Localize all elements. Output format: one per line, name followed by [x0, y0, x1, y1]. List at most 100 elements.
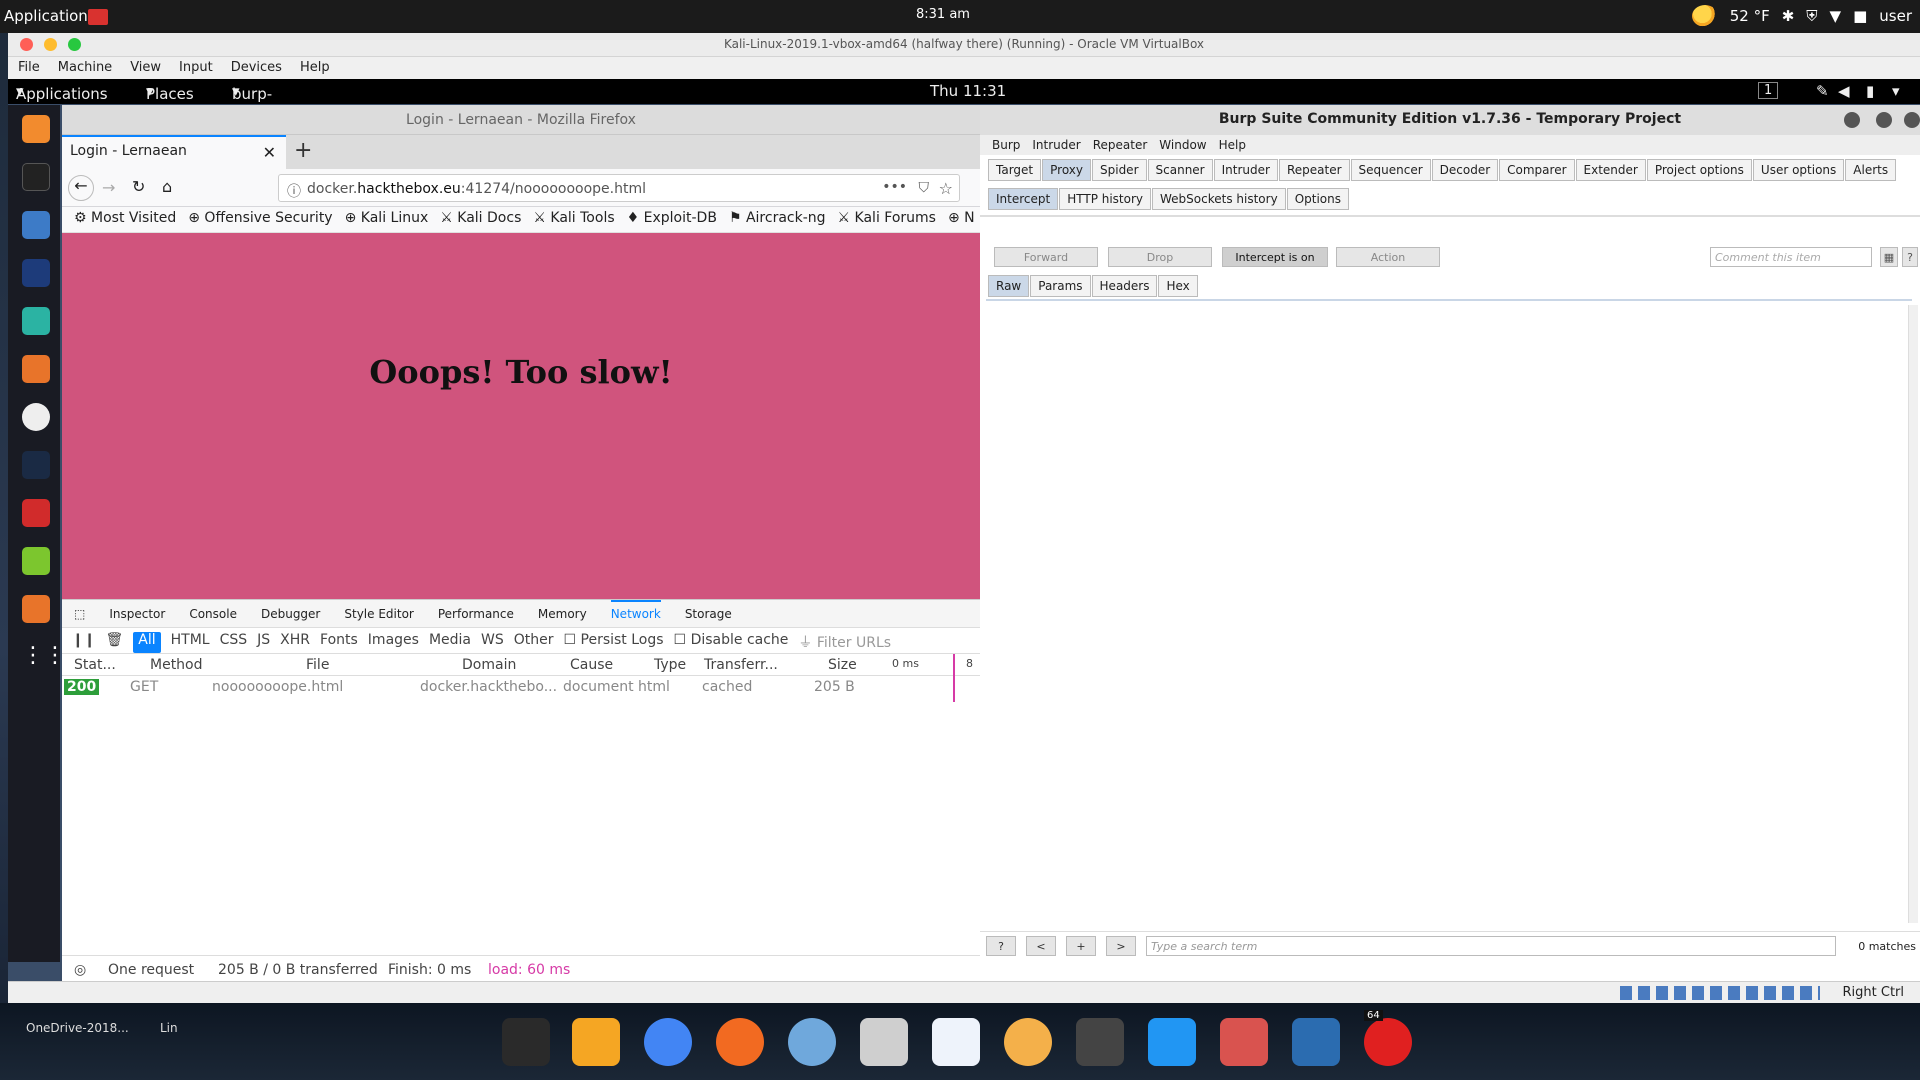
view-hex[interactable]: Hex	[1158, 275, 1198, 297]
tab-performance[interactable]: Performance	[438, 600, 514, 627]
minimize-icon[interactable]	[1844, 112, 1860, 128]
host-app-icon[interactable]	[88, 9, 108, 25]
weather-icon[interactable]	[1691, 5, 1718, 27]
terminal-dock-icon[interactable]	[22, 163, 50, 191]
tab-user-options[interactable]: User options	[1752, 159, 1845, 181]
page-actions-icon[interactable]: •••	[882, 179, 907, 195]
subtab-intercept[interactable]: Intercept	[988, 188, 1059, 210]
guest-burp-menu[interactable]: burp-StartBurp ▾	[232, 82, 304, 121]
filter-html[interactable]: HTML	[171, 632, 210, 653]
vbox-menu-input[interactable]: Input	[179, 60, 213, 79]
leafpad-dock-icon[interactable]	[22, 547, 50, 575]
filter-fonts[interactable]: Fonts	[320, 632, 358, 653]
search-next-button[interactable]: >	[1106, 936, 1136, 956]
view-params[interactable]: Params	[1030, 275, 1091, 297]
col-domain[interactable]: Domain	[462, 657, 516, 673]
tab-extender[interactable]: Extender	[1575, 159, 1646, 181]
pause-icon[interactable]: ❙❙	[72, 632, 95, 653]
bookmark-most-visited[interactable]: ⚙ Most Visited	[74, 210, 176, 232]
moon-taskbar-icon[interactable]	[1004, 1018, 1052, 1066]
files-taskbar-icon[interactable]	[860, 1018, 908, 1066]
highlight-grid-icon[interactable]: ▦	[1880, 247, 1898, 267]
maximize-icon[interactable]	[1876, 112, 1892, 128]
filter-all[interactable]: All	[133, 632, 161, 653]
search-help-button[interactable]: ?	[986, 936, 1016, 956]
tab-style-editor[interactable]: Style Editor	[344, 600, 413, 627]
tab-repeater[interactable]: Repeater	[1278, 159, 1350, 181]
view-headers[interactable]: Headers	[1091, 275, 1158, 297]
guest-applications-menu[interactable]: Applications ▾	[16, 82, 108, 103]
col-method[interactable]: Method	[150, 657, 203, 673]
col-waterfall[interactable]: 0 ms	[892, 657, 919, 670]
faraday-dock-icon[interactable]	[22, 499, 50, 527]
host-applications-menu[interactable]: Applications	[4, 7, 96, 25]
bookmark-kali-forums[interactable]: ⚔ Kali Forums	[838, 210, 936, 232]
maltego-dock-icon[interactable]	[22, 403, 50, 431]
tab-scanner[interactable]: Scanner	[1147, 159, 1213, 181]
armitage-dock-icon[interactable]	[22, 307, 50, 335]
bookmark-kali-tools[interactable]: ⚔ Kali Tools	[533, 210, 614, 232]
firefox-taskbar-icon[interactable]	[716, 1018, 764, 1066]
minimize-window-icon[interactable]	[44, 38, 57, 51]
desktop-lin[interactable]: Lin	[160, 1021, 178, 1035]
new-tab-icon[interactable]: +	[294, 138, 312, 163]
reload-icon[interactable]: ↻	[132, 177, 145, 196]
opera-taskbar-icon[interactable]: 64	[1364, 1010, 1412, 1066]
col-cause[interactable]: Cause	[570, 657, 613, 673]
close-tab-icon[interactable]: ✕	[263, 143, 276, 162]
bookmark-offensive-security[interactable]: ⊕ Offensive Security	[188, 210, 332, 232]
filter-css[interactable]: CSS	[220, 632, 248, 653]
burp-menu-help[interactable]: Help	[1219, 138, 1246, 155]
forward-button[interactable]: Forward	[994, 247, 1098, 267]
burp-menu-intruder[interactable]: Intruder	[1032, 138, 1080, 155]
thunderbird-taskbar-icon[interactable]	[788, 1018, 836, 1066]
filter-xhr[interactable]: XHR	[280, 632, 310, 653]
textedit-taskbar-icon[interactable]	[932, 1018, 980, 1066]
col-status[interactable]: Stat...	[74, 657, 116, 673]
col-type[interactable]: Type	[654, 657, 686, 673]
battery-icon[interactable]: ▮	[1866, 82, 1874, 100]
workspace-indicator[interactable]: 1	[1758, 82, 1779, 99]
subtab-websockets-history[interactable]: WebSockets history	[1152, 188, 1286, 210]
editor-scrollbar[interactable]	[1908, 305, 1918, 923]
burp-menu-burp[interactable]: Burp	[992, 138, 1020, 155]
power-menu-icon[interactable]: ▾	[1892, 82, 1900, 100]
trash-icon[interactable]: 🗑	[105, 632, 123, 653]
info-icon[interactable]: ⓘ	[287, 181, 301, 201]
tab-memory[interactable]: Memory	[538, 600, 587, 627]
bookmark-more[interactable]: ⊕ N	[948, 210, 975, 232]
host-user[interactable]: user	[1879, 7, 1912, 25]
firefox-dock-icon[interactable]	[22, 115, 50, 143]
metasploit-dock-icon[interactable]	[22, 259, 50, 287]
close-window-icon[interactable]	[20, 38, 33, 51]
burp-menu-window[interactable]: Window	[1159, 138, 1206, 155]
security-icon[interactable]: ⛨	[1806, 7, 1817, 25]
col-size[interactable]: Size	[828, 657, 857, 673]
disable-cache-checkbox[interactable]: ☐ Disable cache	[674, 632, 789, 653]
tab-proxy[interactable]: Proxy	[1042, 159, 1091, 181]
tab-comparer[interactable]: Comparer	[1499, 159, 1575, 181]
pocket-icon[interactable]: ⛉	[919, 180, 930, 196]
filter-urls-input[interactable]: ⏚ Filter URLs	[798, 632, 891, 653]
filter-images[interactable]: Images	[368, 632, 419, 653]
maximize-window-icon[interactable]	[68, 38, 81, 51]
tab-spider[interactable]: Spider	[1092, 159, 1147, 181]
filter-other[interactable]: Other	[514, 632, 554, 653]
view-raw[interactable]: Raw	[988, 275, 1030, 297]
bookmark-star-icon[interactable]: ☆	[939, 179, 953, 198]
tab-decoder[interactable]: Decoder	[1431, 159, 1499, 181]
bookmark-aircrack-ng[interactable]: ⚑ Aircrack-ng	[729, 210, 826, 232]
persist-logs-checkbox[interactable]: ☐ Persist Logs	[564, 632, 664, 653]
search-input[interactable]: Type a search term	[1146, 936, 1836, 956]
files-dock-icon[interactable]	[22, 211, 50, 239]
tab-debugger[interactable]: Debugger	[261, 600, 320, 627]
guest-clock[interactable]: Thu 11:31	[930, 82, 1006, 100]
close-icon[interactable]	[1904, 112, 1920, 128]
col-transferred[interactable]: Transferr...	[704, 657, 778, 673]
vbox-menu-view[interactable]: View	[130, 60, 161, 79]
bluetooth-icon[interactable]: ✱	[1782, 7, 1795, 25]
tab-target[interactable]: Target	[988, 159, 1042, 181]
tab-intruder[interactable]: Intruder	[1213, 159, 1278, 181]
lock-icon[interactable]: ■	[1853, 7, 1867, 25]
forward-icon[interactable]: →	[102, 178, 115, 197]
